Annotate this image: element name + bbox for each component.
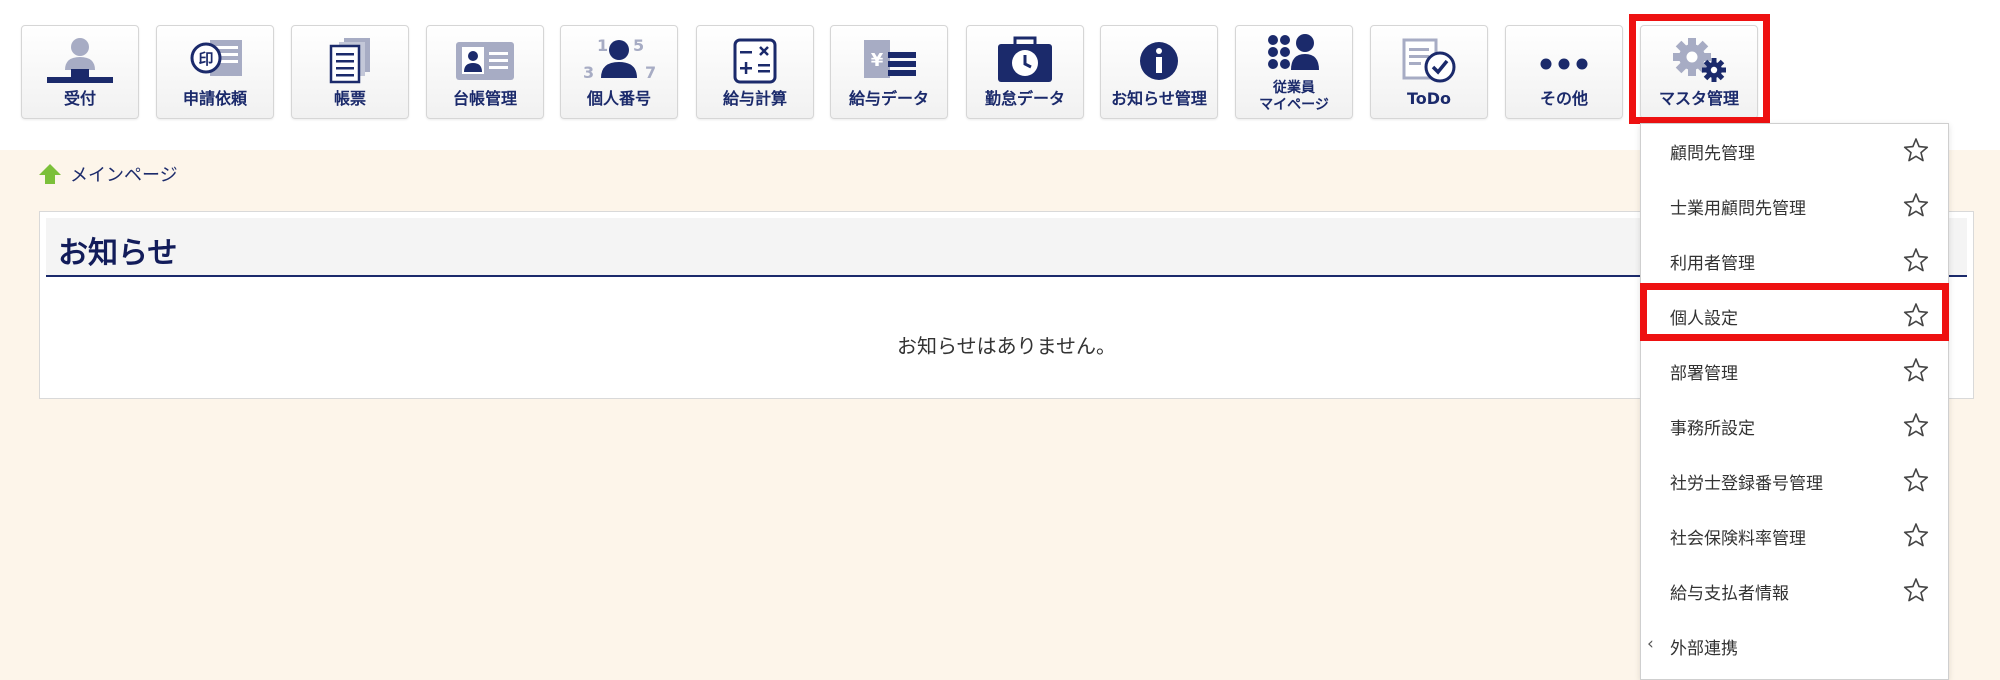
favorite-star-icon[interactable] bbox=[1903, 467, 1929, 493]
toolbar-button-employee-mypage[interactable]: 従業員 マイページ bbox=[1235, 25, 1353, 119]
toolbar-button-master-management[interactable]: マスタ管理 bbox=[1640, 25, 1758, 119]
menu-item-sharoushi-registration-number[interactable]: 社労士登録番号管理 bbox=[1641, 454, 1948, 509]
toolbar-button-label: その他 bbox=[1539, 89, 1588, 108]
ledger-card-icon bbox=[427, 36, 543, 86]
reception-icon bbox=[22, 36, 138, 86]
todo-check-icon bbox=[1371, 36, 1487, 86]
toolbar-button-label: 台帳管理 bbox=[452, 89, 517, 108]
menu-item-professional-client-management[interactable]: 士業用顧問先管理 bbox=[1641, 179, 1948, 234]
toolbar-button-todo[interactable]: ToDo bbox=[1370, 25, 1488, 119]
gears-icon bbox=[1641, 36, 1757, 86]
toolbar-button-notice-management[interactable]: お知らせ管理 bbox=[1100, 25, 1218, 119]
menu-item-department-management[interactable]: 部署管理 bbox=[1641, 344, 1948, 399]
home-arrow-icon bbox=[39, 164, 61, 184]
salary-data-icon: ¥ bbox=[831, 36, 947, 86]
favorite-star-icon[interactable] bbox=[1903, 522, 1929, 548]
menu-item-office-settings[interactable]: 事務所設定 bbox=[1641, 399, 1948, 454]
svg-text:3: 3 bbox=[583, 63, 594, 82]
menu-item-label: 部署管理 bbox=[1670, 364, 1738, 384]
toolbar-button-other[interactable]: その他 bbox=[1505, 25, 1623, 119]
menu-item-label: 事務所設定 bbox=[1670, 419, 1755, 439]
calculator-icon bbox=[697, 36, 813, 86]
more-dots-icon bbox=[1506, 36, 1622, 86]
menu-item-social-insurance-rate[interactable]: 社会保険料率管理 bbox=[1641, 509, 1948, 564]
toolbar-button-label: 従業員 マイページ bbox=[1236, 80, 1352, 114]
menu-item-label: 社会保険料率管理 bbox=[1670, 529, 1806, 549]
breadcrumb-home-link[interactable]: メインページ bbox=[70, 161, 178, 187]
toolbar-button-label-line-2: マイページ bbox=[1259, 97, 1329, 113]
svg-text:7: 7 bbox=[645, 63, 656, 82]
favorite-star-icon[interactable] bbox=[1903, 247, 1929, 273]
menu-item-client-management[interactable]: 顧問先管理 bbox=[1641, 124, 1948, 179]
menu-item-label: 利用者管理 bbox=[1670, 254, 1755, 274]
favorite-star-icon[interactable] bbox=[1903, 192, 1929, 218]
personal-number-icon: 1 5 3 7 bbox=[561, 36, 677, 86]
info-icon bbox=[1101, 36, 1217, 86]
master-management-dropdown: 顧問先管理 士業用顧問先管理 利用者管理 個人設定 部署管理 事務所設定 社労士… bbox=[1640, 123, 1949, 680]
toolbar-button-label: 帳票 bbox=[333, 89, 366, 108]
toolbar-button-label: 受付 bbox=[63, 89, 96, 108]
menu-item-label: 士業用顧問先管理 bbox=[1670, 199, 1806, 219]
toolbar-button-label: 勤怠データ bbox=[984, 89, 1065, 108]
favorite-star-icon[interactable] bbox=[1903, 302, 1929, 328]
notice-title: お知らせ bbox=[58, 236, 178, 271]
employee-mypage-icon bbox=[1236, 32, 1352, 74]
seal-request-icon: 印 bbox=[157, 36, 273, 86]
menu-item-label: 個人設定 bbox=[1670, 309, 1738, 329]
breadcrumb: メインページ bbox=[38, 160, 178, 188]
toolbar-button-forms[interactable]: 帳票 bbox=[291, 25, 409, 119]
favorite-star-icon[interactable] bbox=[1903, 412, 1929, 438]
toolbar-button-payroll-calc[interactable]: 給与計算 bbox=[696, 25, 814, 119]
toolbar-button-personal-number[interactable]: 1 5 3 7 個人番号 bbox=[560, 25, 678, 119]
toolbar-button-payroll-data[interactable]: ¥ 給与データ bbox=[830, 25, 948, 119]
favorite-star-icon[interactable] bbox=[1903, 137, 1929, 163]
svg-text:¥: ¥ bbox=[871, 50, 884, 71]
toolbar-button-label: 申請依頼 bbox=[182, 89, 247, 108]
menu-item-label: 給与支払者情報 bbox=[1670, 584, 1789, 604]
forms-icon bbox=[292, 36, 408, 86]
toolbar-button-label: 個人番号 bbox=[586, 89, 651, 108]
svg-text:1: 1 bbox=[597, 36, 608, 55]
menu-item-personal-settings[interactable]: 個人設定 bbox=[1641, 289, 1948, 344]
menu-item-label: 社労士登録番号管理 bbox=[1670, 474, 1823, 494]
menu-item-user-management[interactable]: 利用者管理 bbox=[1641, 234, 1948, 289]
menu-item-label: 外部連携 bbox=[1670, 639, 1738, 659]
toolbar-button-ledger[interactable]: 台帳管理 bbox=[426, 25, 544, 119]
toolbar-button-label: ToDo bbox=[1406, 89, 1452, 108]
toolbar-button-label: マスタ管理 bbox=[1658, 89, 1739, 108]
toolbar-button-label: 給与データ bbox=[848, 89, 929, 108]
toolbar-button-request[interactable]: 印 申請依頼 bbox=[156, 25, 274, 119]
toolbar-button-label: 給与計算 bbox=[722, 89, 787, 108]
toolbar-button-reception[interactable]: 受付 bbox=[21, 25, 139, 119]
attendance-clock-icon bbox=[967, 36, 1083, 86]
favorite-star-icon[interactable] bbox=[1903, 577, 1929, 603]
svg-text:5: 5 bbox=[633, 36, 644, 55]
app-window: 受付 印 申請依頼 帳票 台帳管理 1 5 3 7 個人番号 給与計算 ¥ 給与… bbox=[0, 0, 2000, 680]
toolbar-button-attendance-data[interactable]: 勤怠データ bbox=[966, 25, 1084, 119]
toolbar-button-label: お知らせ管理 bbox=[1111, 89, 1207, 108]
toolbar-button-label-line-1: 従業員 bbox=[1273, 80, 1315, 96]
svg-text:印: 印 bbox=[198, 50, 213, 68]
menu-item-payer-information[interactable]: 給与支払者情報 bbox=[1641, 564, 1948, 619]
chevron-left-icon: ‹ bbox=[1647, 634, 1654, 654]
menu-item-external-integration[interactable]: ‹ 外部連携 bbox=[1641, 619, 1948, 674]
menu-item-label: 顧問先管理 bbox=[1670, 144, 1755, 164]
favorite-star-icon[interactable] bbox=[1903, 357, 1929, 383]
